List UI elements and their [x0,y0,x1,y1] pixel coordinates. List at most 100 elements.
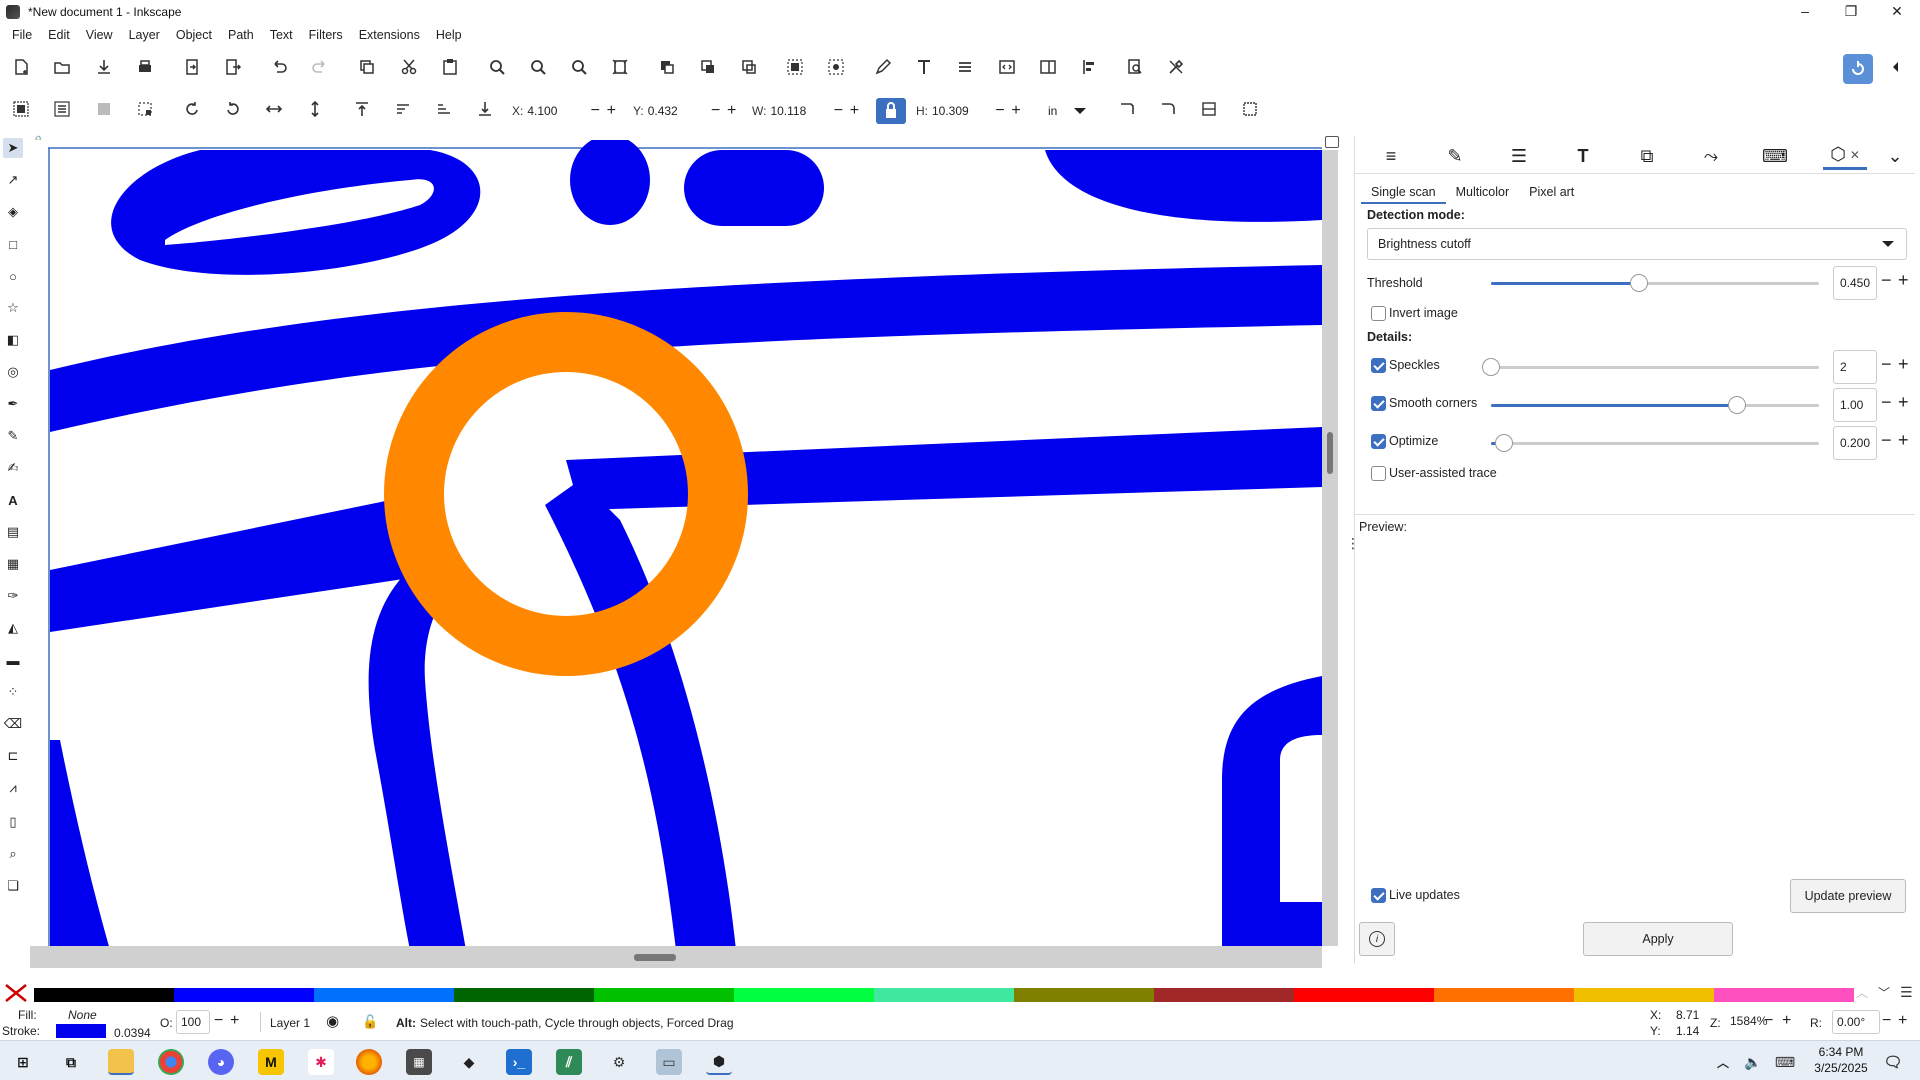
mesh-tool-icon[interactable]: ▦ [3,554,23,574]
optimize-input[interactable]: 0.200 [1833,426,1877,460]
spiral-tool-icon[interactable]: ◎ [3,362,23,382]
fill-stroke-icon[interactable] [872,56,894,78]
mcafee-m-icon[interactable]: M [258,1049,284,1075]
palette-scroll-up-icon[interactable]: ︿ [1856,984,1868,1001]
clone-icon[interactable] [697,56,719,78]
document-properties-icon[interactable] [1037,56,1059,78]
smooth-corners-decrement-button[interactable]: − [1881,392,1892,413]
zoom-selection-icon[interactable] [486,56,508,78]
clock-date[interactable]: 3/25/2025 [1810,1061,1872,1075]
zoom-tool-icon[interactable]: ⌕ [3,844,23,864]
threshold-increment-button[interactable]: + [1898,270,1909,291]
info-button[interactable]: i [1359,922,1395,956]
drawing-canvas[interactable] [30,140,1322,950]
notifications-icon[interactable]: 🗨 [1880,1049,1906,1075]
canvas-display-mode-icon[interactable] [1325,136,1339,148]
rotate-increment-button[interactable]: + [1898,1012,1907,1030]
text-tool-icon[interactable]: A [3,490,23,510]
star-tool-icon[interactable]: ☆ [3,298,23,318]
palette-swatch[interactable] [874,988,1014,1002]
h-increment-button[interactable]: + [1008,99,1024,123]
threshold-slider-knob[interactable] [1629,274,1648,292]
live-updates-checkbox[interactable] [1371,888,1386,903]
cut-icon[interactable] [398,56,420,78]
smooth-corners-slider[interactable] [1491,396,1819,414]
optimize-slider[interactable] [1491,434,1819,452]
palette-swatch[interactable] [314,988,454,1002]
dock-menu-chevron-icon[interactable]: ⌄ [1881,142,1909,170]
update-preview-button[interactable]: Update preview [1790,879,1906,913]
palette-swatch[interactable] [594,988,734,1002]
flip-horizontal-icon[interactable] [263,98,285,120]
palette-swatch[interactable] [1154,988,1294,1002]
new-document-icon[interactable] [10,56,32,78]
w-input[interactable] [770,99,831,123]
rotate-input[interactable]: 0.00° [1832,1010,1880,1034]
smooth-corners-checkbox[interactable] [1371,396,1386,411]
zoom-drawing-icon[interactable] [527,56,549,78]
text-font-icon[interactable] [913,56,935,78]
pencil-tool-icon[interactable]: ✎ [3,426,23,446]
import-icon[interactable] [181,56,203,78]
select-all-icon[interactable] [10,98,32,120]
chrome-icon[interactable] [158,1049,184,1075]
firefox-icon[interactable] [356,1049,382,1075]
palette-swatch[interactable] [1714,988,1854,1002]
task-view-icon[interactable]: ⧉ [58,1049,84,1075]
paint-bucket-tool-icon[interactable]: ◭ [3,618,23,638]
optimize-decrement-button[interactable]: − [1881,430,1892,451]
chart-app-icon[interactable]: ⫽ [556,1049,582,1075]
layers-icon[interactable] [954,56,976,78]
zoom-page-width-icon[interactable] [609,56,631,78]
ungroup-icon[interactable] [825,56,847,78]
clock-time[interactable]: 6:34 PM [1810,1045,1872,1059]
undo-icon[interactable] [268,56,290,78]
node-tool-icon[interactable]: ↗ [3,170,23,190]
menu-filters[interactable]: Filters [301,28,351,42]
opacity-increment-button[interactable]: + [230,1012,239,1030]
calligraphy-tool-icon[interactable]: ✍ [3,458,23,478]
touch-select-icon[interactable] [134,98,156,120]
flip-vertical-icon[interactable] [304,98,326,120]
layers-panel-icon[interactable]: ≡ [1377,142,1405,170]
minimize-button[interactable]: – [1782,0,1828,22]
y-increment-button[interactable]: + [724,99,740,123]
xml-editor-icon[interactable] [996,56,1018,78]
menu-path[interactable]: Path [220,28,262,42]
copy-icon[interactable] [356,56,378,78]
x-increment-button[interactable]: + [603,99,619,123]
ellipse-tool-icon[interactable]: ○ [3,266,23,286]
find-replace-icon[interactable] [1124,56,1146,78]
optimize-increment-button[interactable]: + [1898,430,1909,451]
volume-icon[interactable]: 🔈 [1740,1049,1766,1075]
palette-swatch[interactable] [174,988,314,1002]
settings-gear-icon[interactable]: ⚙ [606,1049,632,1075]
speckles-input[interactable]: 2 [1833,350,1877,384]
tab-single-scan[interactable]: Single scan [1361,182,1446,204]
snipping-tool-icon[interactable]: ▭ [656,1049,682,1075]
calculator-icon[interactable]: ▦ [406,1049,432,1075]
threshold-input[interactable]: 0.450 [1833,266,1877,300]
palette-swatch[interactable] [1574,988,1714,1002]
eraser-tool-icon[interactable]: ⌫ [3,714,23,734]
palette-swatch[interactable] [1014,988,1154,1002]
snap-popover-chevron-icon[interactable] [1885,56,1907,78]
close-button[interactable]: ✕ [1874,0,1920,22]
vertical-scroll-thumb[interactable] [1327,432,1333,474]
apply-button[interactable]: Apply [1583,922,1733,956]
discord-icon[interactable]: ◕ [208,1049,234,1075]
align-panel-icon[interactable]: ☰ [1505,142,1533,170]
tab-pixel-art[interactable]: Pixel art [1519,182,1584,204]
pages-tool-icon[interactable]: ❏ [3,876,23,896]
duplicate-icon[interactable] [656,56,678,78]
current-layer[interactable]: Layer 1 [270,1016,310,1030]
transform-panel-icon[interactable]: ⧉ [1633,142,1661,170]
menu-help[interactable]: Help [428,28,470,42]
opacity-decrement-button[interactable]: − [214,1012,223,1030]
transform-gradients-icon[interactable] [1198,98,1220,120]
menu-object[interactable]: Object [168,28,220,42]
scale-stroke-icon[interactable] [1116,98,1138,120]
measure-tool-icon[interactable]: ▯ [3,812,23,832]
palette-scroll-down-icon[interactable]: ﹀ [1878,984,1890,1001]
x-decrement-button[interactable]: − [587,99,603,123]
